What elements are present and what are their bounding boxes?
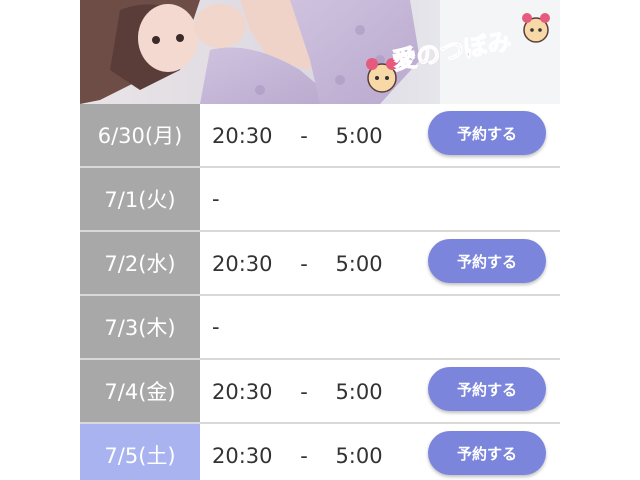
schedule-date: 7/3(木) <box>80 296 200 358</box>
schedule-date: 7/1(火) <box>80 168 200 230</box>
schedule-row: 7/5(土) 20:30 - 5:00 予約する <box>80 424 560 480</box>
profile-banner: 愛のつぼみ <box>80 0 560 104</box>
schedule-date: 7/2(水) <box>80 232 200 294</box>
reserve-button[interactable]: 予約する <box>428 367 546 411</box>
schedule-row: 7/4(金) 20:30 - 5:00 予約する <box>80 360 560 424</box>
schedule-row: 7/2(水) 20:30 - 5:00 予約する <box>80 232 560 296</box>
schedule-date: 7/4(金) <box>80 360 200 422</box>
schedule-date: 6/30(月) <box>80 104 200 166</box>
schedule-table: 6/30(月) 20:30 - 5:00 予約する 7/1(火) -7/2(水) 20:3… <box>80 104 560 480</box>
reserve-button[interactable]: 予約する <box>428 239 546 283</box>
schedule-row: 6/30(月) 20:30 - 5:00 予約する <box>80 104 560 168</box>
reserve-button[interactable]: 予約する <box>428 111 546 155</box>
schedule-time: - <box>212 315 220 339</box>
mascot-icon <box>522 13 550 43</box>
page-frame: 愛のつぼみ 6/30(月) 20:30 - 5:00 予約する 7/1(火) -7/2(… <box>80 0 560 480</box>
schedule-row: 7/1(火) - <box>80 168 560 232</box>
banner-photo: 愛のつぼみ <box>80 0 560 104</box>
schedule-time: - <box>212 187 220 211</box>
schedule-row: 7/3(木) - <box>80 296 560 360</box>
reserve-button[interactable]: 予約する <box>428 431 546 475</box>
schedule-date: 7/5(土) <box>80 424 200 480</box>
